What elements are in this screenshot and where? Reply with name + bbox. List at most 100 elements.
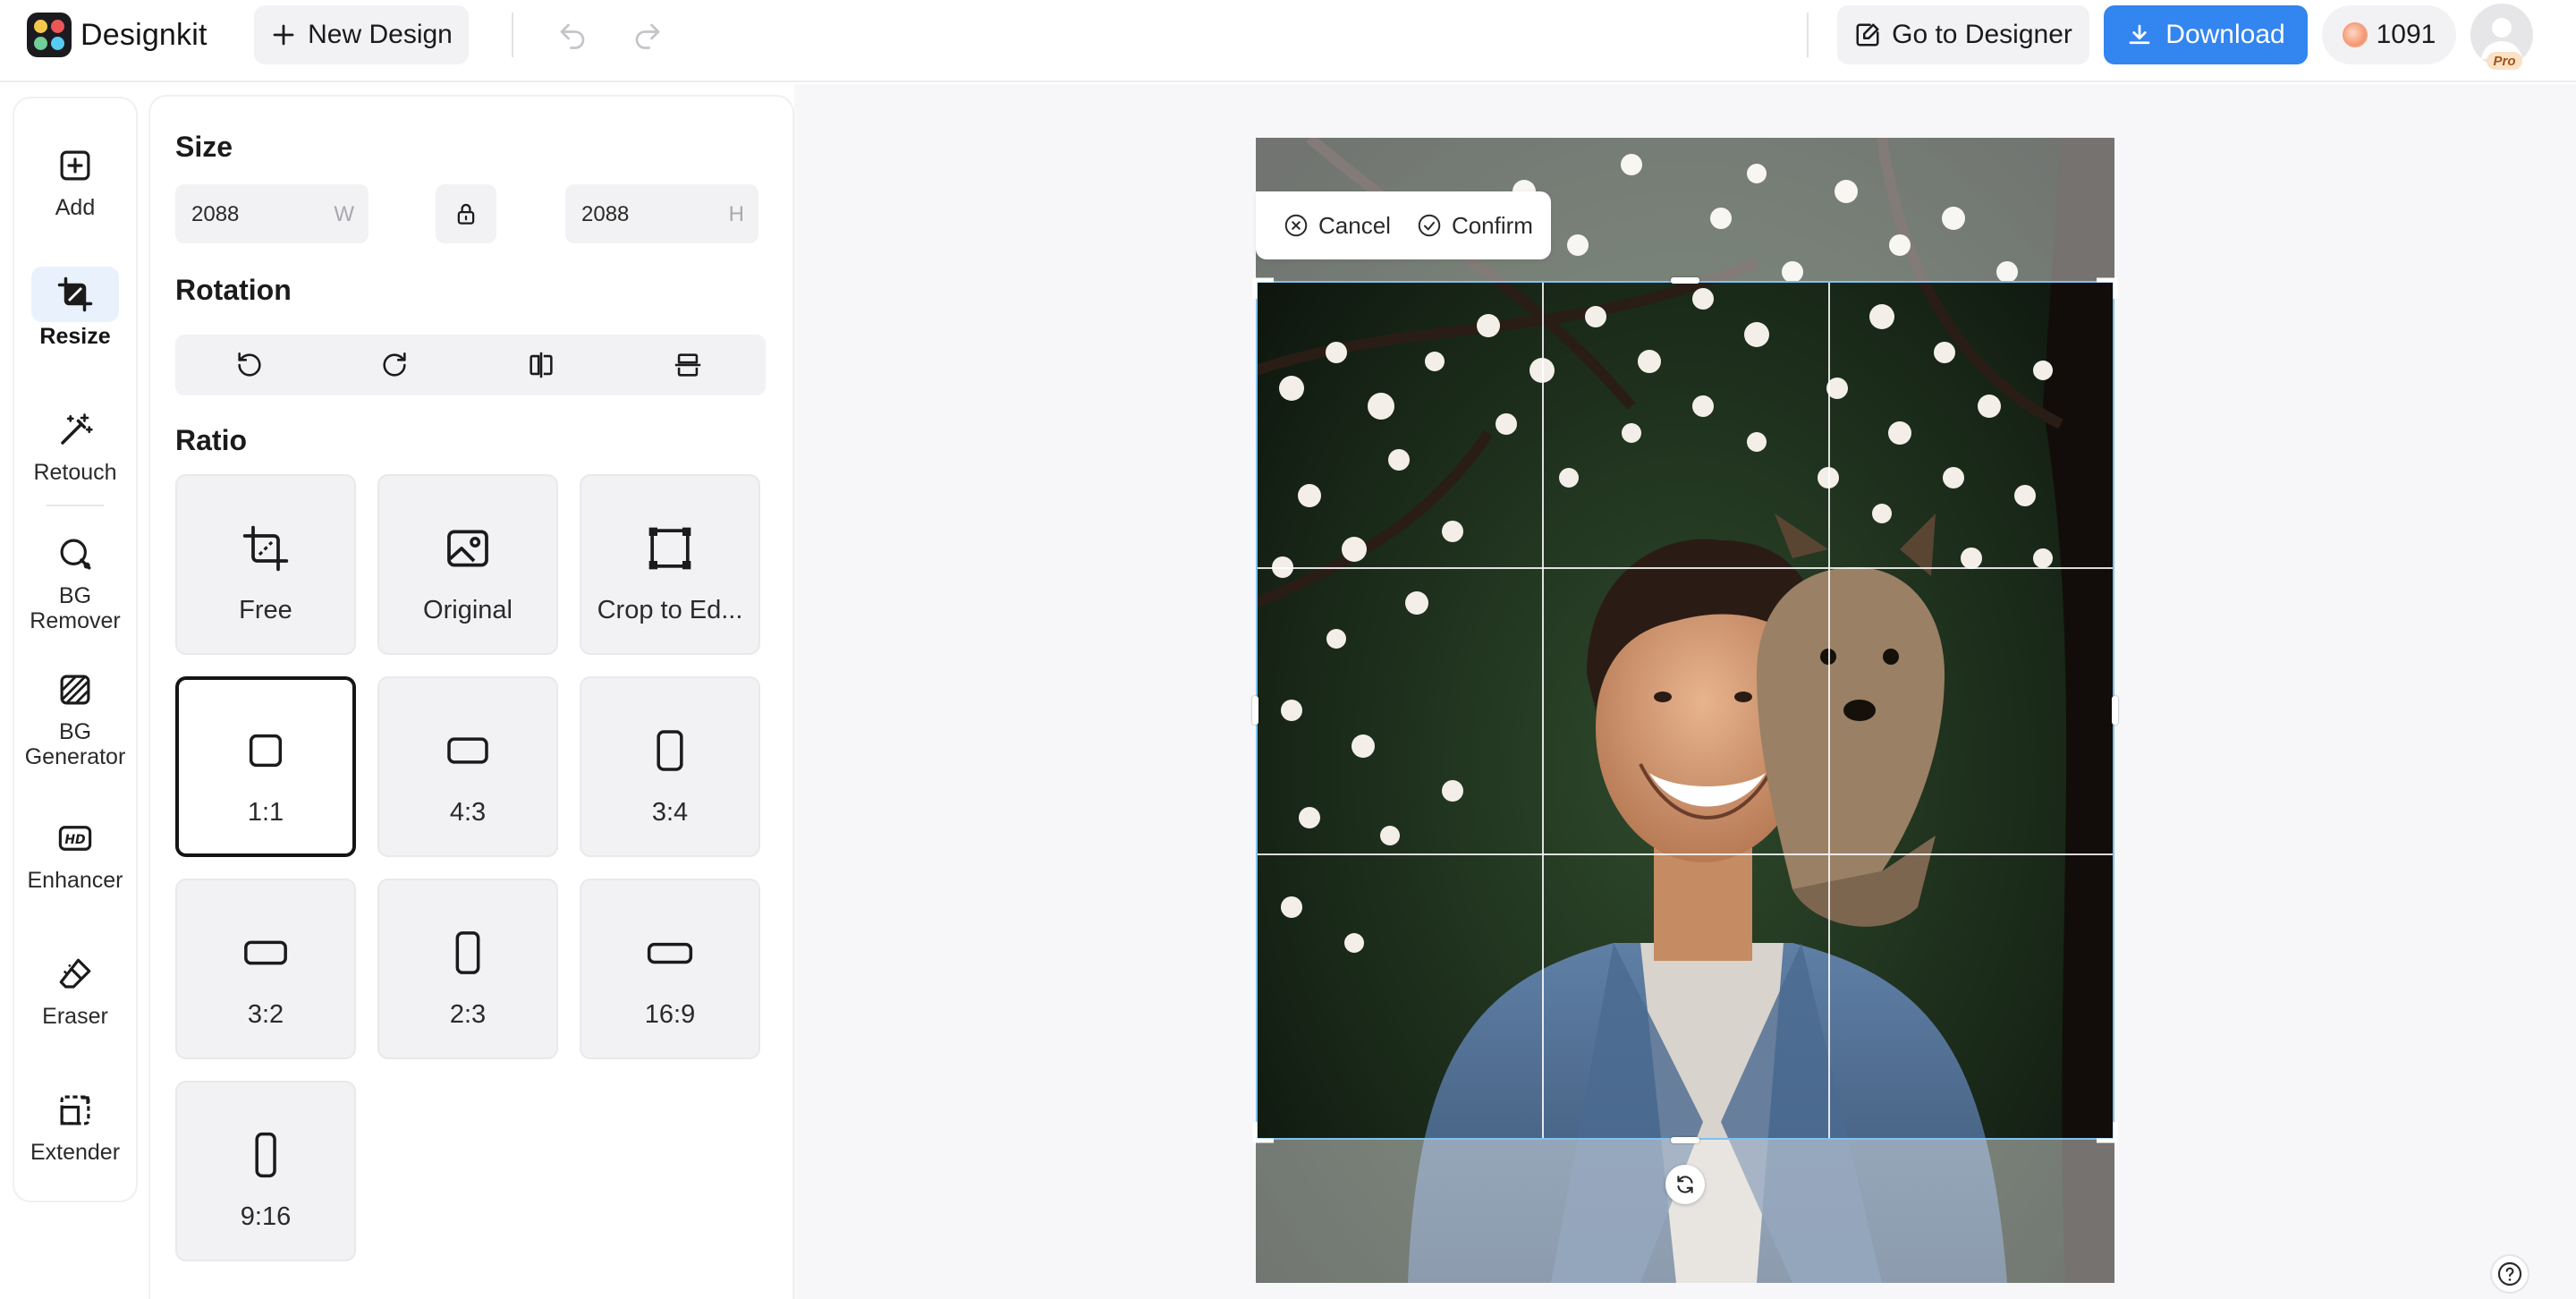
credits-count: 1091 [2376,20,2436,49]
crop-action-bar: Cancel Confirm [1256,191,1551,259]
crop-handle-right[interactable] [2112,696,2118,725]
crop-handle-bottom-left[interactable] [1252,1120,1275,1143]
toolbar-divider [1807,13,1809,57]
tool-extender[interactable]: Extender [14,1082,136,1165]
brand-name: Designkit [80,18,208,52]
ratio-16-9-icon [647,942,693,964]
ratio-3-4-icon [657,730,683,771]
flip-horizontal-button[interactable] [492,342,590,388]
lock-icon [457,203,475,225]
ratio-2-3[interactable]: 2:3 [377,879,558,1059]
tool-eraser[interactable]: Eraser [14,947,136,1029]
designkit-logo-icon[interactable] [27,13,72,57]
ratio-9-16[interactable]: 9:16 [175,1081,356,1261]
height-input[interactable]: 2088 H [565,184,758,243]
ratio-1-1[interactable]: 1:1 [175,676,356,857]
ratio-3-4[interactable]: 3:4 [580,676,760,857]
help-icon [2497,1261,2522,1286]
ratio-1-1-icon [249,734,283,768]
tool-sidebar: Add Resize Retouch BG Remover BG Generat… [14,98,136,1201]
eraser-icon [59,958,91,989]
ratio-label: 1:1 [247,798,284,827]
tool-label: Extender [30,1140,121,1165]
designer-edit-icon [1856,23,1879,47]
tool-label: Resize [39,324,111,349]
help-button[interactable] [2492,1256,2528,1292]
ratio-heading: Ratio [175,424,247,456]
tool-bg-generator[interactable]: BG Generator [14,662,136,769]
extender-icon [60,1095,90,1125]
credits-badge[interactable]: 1091 [2322,5,2456,64]
bg-generator-icon [60,675,90,705]
crop-edge-icon [648,527,691,570]
crop-frame[interactable] [1256,281,2114,1140]
tool-divider [47,505,104,506]
ratio-label: 4:3 [449,798,487,827]
ratio-free[interactable]: Free [175,474,356,655]
pro-badge: Pro [2487,52,2522,70]
go-to-designer-button[interactable]: Go to Designer [1837,5,2089,64]
tool-enhancer[interactable]: HD Enhancer [14,811,136,893]
tool-label: BG Remover [30,583,121,633]
crop-handle-bottom-right[interactable] [2095,1120,2118,1143]
tool-label: Retouch [33,460,117,485]
free-crop-icon [242,525,289,572]
ratio-16-9[interactable]: 16:9 [580,879,760,1059]
crop-handle-top-left[interactable] [1252,277,1275,301]
ratio-original[interactable]: Original [377,474,558,655]
ratio-crop-to-edge[interactable]: Crop to Ed... [580,474,760,655]
crop-grid-line [1542,283,1544,1138]
width-unit: W [334,202,354,226]
tool-resize[interactable]: Resize [14,267,136,349]
ratio-label: 2:3 [449,1000,487,1029]
crop-mask-bottom [1256,1140,2114,1283]
cancel-button[interactable]: Cancel [1283,212,1391,240]
tool-label: Eraser [42,1004,108,1029]
crop-rotate-handle[interactable] [1665,1165,1705,1204]
crop-grid-line [1258,853,2113,855]
crop-handle-top-right[interactable] [2095,277,2118,301]
magic-wand-icon [61,413,93,445]
redo-button[interactable] [628,16,667,55]
close-circle-icon [1284,214,1308,237]
ratio-label: Free [239,596,292,624]
rotate-left-button[interactable] [200,342,299,388]
tool-retouch[interactable]: Retouch [14,403,136,485]
ratio-2-3-icon [455,931,480,974]
undo-button[interactable] [553,16,592,55]
flip-vertical-button[interactable] [639,342,737,388]
crop-handle-top[interactable] [1671,277,1699,284]
tool-add[interactable]: Add [14,138,136,220]
crop-grid-line [1828,283,1830,1138]
ratio-4-3[interactable]: 4:3 [377,676,558,857]
image-icon [447,530,488,567]
size-heading: Size [175,131,233,163]
new-design-button[interactable]: New Design [254,5,469,64]
crop-handle-bottom[interactable] [1671,1137,1699,1143]
rotate-right-icon [383,352,406,377]
go-to-designer-label: Go to Designer [1892,20,2072,49]
download-button[interactable]: Download [2104,5,2308,64]
redo-icon [635,23,660,49]
crop-handle-left[interactable] [1252,696,1258,725]
rotation-heading: Rotation [175,274,292,306]
ratio-label: 9:16 [240,1202,292,1231]
svg-text:HD: HD [64,833,85,847]
tool-label: Add [55,195,96,220]
rotation-controls [175,335,766,395]
width-input[interactable]: 2088 W [175,184,369,243]
ratio-3-2-icon [244,940,287,965]
confirm-button[interactable]: Confirm [1416,212,1533,240]
flip-horizontal-icon [530,352,553,378]
rotate-right-button[interactable] [345,342,444,388]
rotate-left-icon [238,352,261,377]
ratio-label: 16:9 [644,1000,696,1029]
coin-icon [2342,22,2368,47]
width-value: 2088 [191,202,240,226]
aspect-lock-button[interactable] [436,184,496,243]
ratio-label: Original [423,596,513,624]
height-unit: H [728,202,744,226]
hd-icon: HD [58,826,92,851]
tool-bg-remover[interactable]: BG Remover [14,526,136,633]
ratio-3-2[interactable]: 3:2 [175,879,356,1059]
